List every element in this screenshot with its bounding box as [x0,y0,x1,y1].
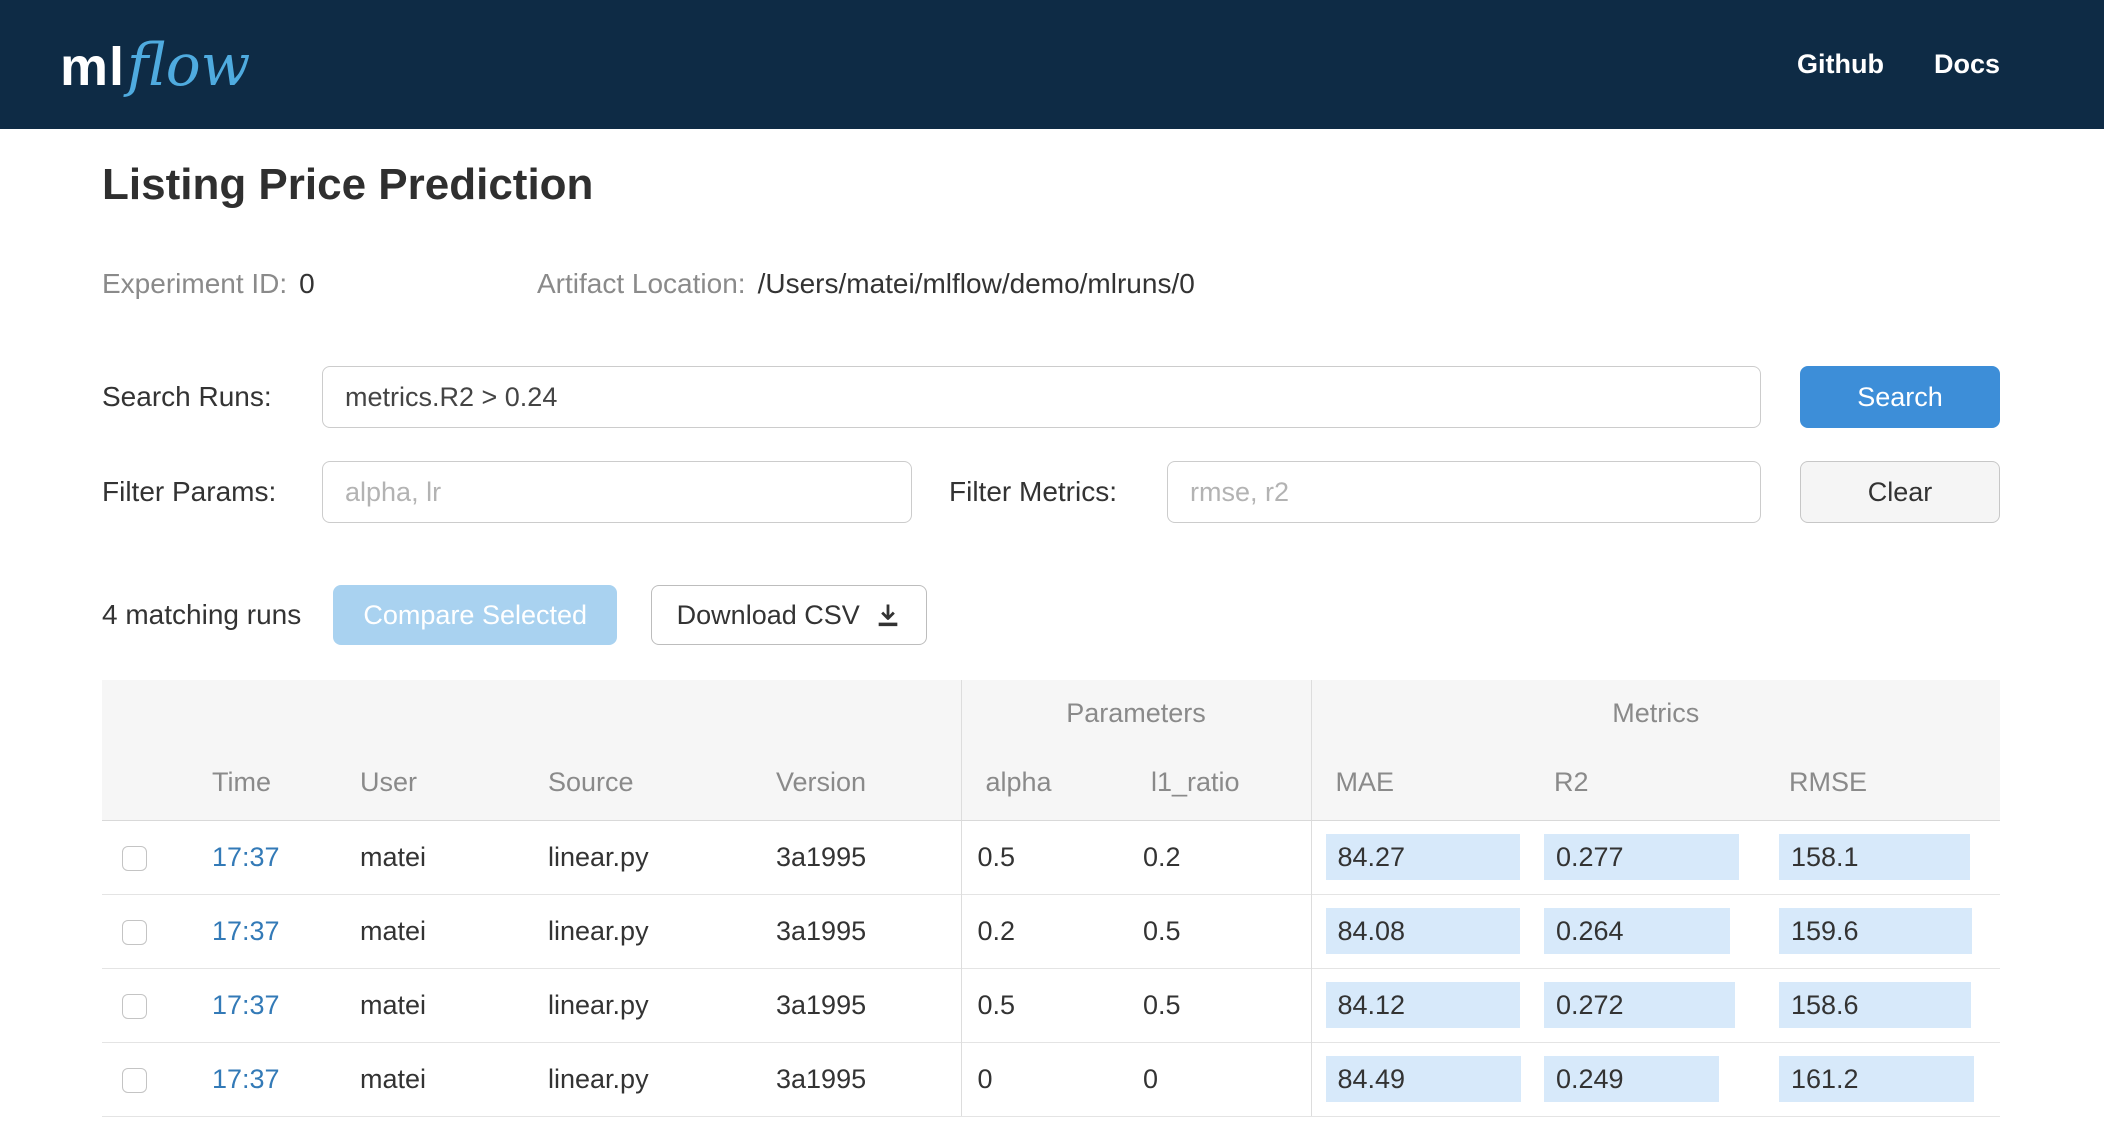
page-title: Listing Price Prediction [102,160,594,209]
run-time-link[interactable]: 17:37 [212,916,280,946]
run-time-link[interactable]: 17:37 [212,1064,280,1094]
download-icon [878,604,898,627]
param-alpha: 0.5 [960,820,1127,894]
run-user: matei [336,893,524,968]
clear-button[interactable]: Clear [1800,461,2000,523]
col-l1-ratio: l1_ratio [1127,746,1311,821]
table-row: 17:37 matei linear.py 3a1995 0.2 0.5 84.… [102,893,2001,968]
group-header-parameters: Parameters [960,680,1311,746]
runs-table-header: Parameters Metrics Time User Source Vers… [102,680,2001,821]
compare-selected-button[interactable]: Compare Selected [333,585,618,645]
runs-table: Parameters Metrics Time User Source Vers… [102,680,2001,1117]
col-user: User [336,746,524,821]
experiment-id-group: Experiment ID: 0 [102,268,537,300]
table-row: 17:37 matei linear.py 3a1995 0.5 0.5 84.… [102,967,2001,1042]
table-row: 17:37 matei linear.py 3a1995 0 0 84.49 0… [102,1041,2001,1117]
metric-mae: 84.27 [1325,834,1520,880]
run-version: 3a1995 [776,841,867,872]
experiment-meta: Experiment ID: 0 Artifact Location: /Use… [102,268,2002,300]
run-checkbox[interactable] [122,845,147,871]
param-l1-ratio: 0 [1127,1041,1311,1117]
col-version: Version [752,746,961,821]
filter-metrics-input[interactable] [1167,461,1761,523]
metric-r2: 0.264 [1544,908,1730,954]
col-source: Source [524,746,752,821]
param-l1-ratio: 0.5 [1127,967,1311,1042]
run-user: matei [336,967,524,1042]
metric-r2: 0.272 [1544,982,1735,1028]
run-checkbox[interactable] [122,919,147,945]
metric-rmse: 161.2 [1779,1056,1974,1102]
run-checkbox[interactable] [122,1067,147,1093]
artifact-location-value: /Users/matei/mlflow/demo/mlruns/0 [757,268,1195,299]
run-version: 3a1995 [752,967,961,1042]
metric-rmse: 158.6 [1779,982,1971,1028]
logo-flow-text: flow [127,30,251,99]
filters-row: Filter Params: Filter Metrics: Clear [102,461,2000,523]
run-version: 3a1995 [752,893,961,968]
filter-metrics-label: Filter Metrics: [949,476,1117,507]
run-time-link[interactable]: 17:37 [212,990,280,1020]
table-group-header-row: Parameters Metrics [102,680,2001,746]
metric-mae: 84.49 [1325,1056,1521,1102]
run-checkbox[interactable] [122,993,147,1019]
group-header-metrics: Metrics [1310,680,2001,746]
run-time-link[interactable]: 17:37 [212,842,280,872]
header-nav: Github Docs [1797,49,2000,80]
search-runs-row: Search Runs: Search [102,366,2000,428]
mlflow-logo[interactable]: ml flow [60,31,250,99]
filter-params-label: Filter Params: [102,476,277,507]
search-runs-input[interactable] [322,366,1761,428]
col-alpha: alpha [960,746,1127,821]
group-header-blank [102,680,961,746]
run-user: matei [336,1041,524,1117]
logo-ml-text: ml [60,36,126,97]
experiment-id-value: 0 [299,268,315,299]
artifact-location-label: Artifact Location: [537,268,746,299]
param-alpha: 0 [960,1041,1127,1117]
param-alpha: 0.2 [960,893,1127,968]
table-column-header-row: Time User Source Version alpha l1_ratio … [102,746,2001,821]
app-header: ml flow Github Docs [0,0,2104,129]
experiment-id-label: Experiment ID: [102,268,288,299]
matching-runs-count: 4 matching runs [102,599,302,630]
metric-mae: 84.12 [1325,982,1520,1028]
metric-r2: 0.249 [1544,1056,1719,1102]
param-l1-ratio: 0.2 [1143,841,1181,872]
run-source: linear.py [548,841,649,872]
runs-table-body: 17:37 matei linear.py 3a1995 0.5 0.2 84.… [102,820,2001,1117]
metric-mae: 84.08 [1325,908,1520,954]
col-checkbox [102,746,188,821]
run-source: linear.py [524,1041,752,1117]
col-mae: MAE [1310,746,1530,821]
runs-actions-row: 4 matching runs Compare Selected Downloa… [102,585,2002,645]
main-content: Listing Price Prediction Experiment ID: … [0,129,2104,1117]
param-l1-ratio: 0.5 [1127,893,1311,968]
param-alpha: 0.5 [960,967,1127,1042]
search-runs-label: Search Runs: [102,381,272,412]
col-rmse: RMSE [1765,746,2001,821]
run-source: linear.py [524,893,752,968]
table-row: 17:37 matei linear.py 3a1995 0.5 0.2 84.… [102,820,2000,894]
run-source: linear.py [524,967,752,1042]
metric-rmse: 158.1 [1779,834,1970,880]
artifact-location-group: Artifact Location: /Users/matei/mlflow/d… [537,268,1195,300]
col-r2: R2 [1530,746,1765,821]
run-user: matei [360,841,427,872]
nav-github-link[interactable]: Github [1797,49,1884,80]
metric-rmse: 159.6 [1779,908,1972,954]
search-button[interactable]: Search [1800,366,2000,428]
nav-docs-link[interactable]: Docs [1934,49,2000,80]
metric-r2: 0.277 [1544,834,1739,880]
run-version: 3a1995 [752,1041,961,1117]
col-time: Time [188,746,336,821]
download-csv-button[interactable]: Download CSV [651,585,928,645]
filter-params-input[interactable] [322,461,912,523]
download-csv-label: Download CSV [676,599,860,630]
